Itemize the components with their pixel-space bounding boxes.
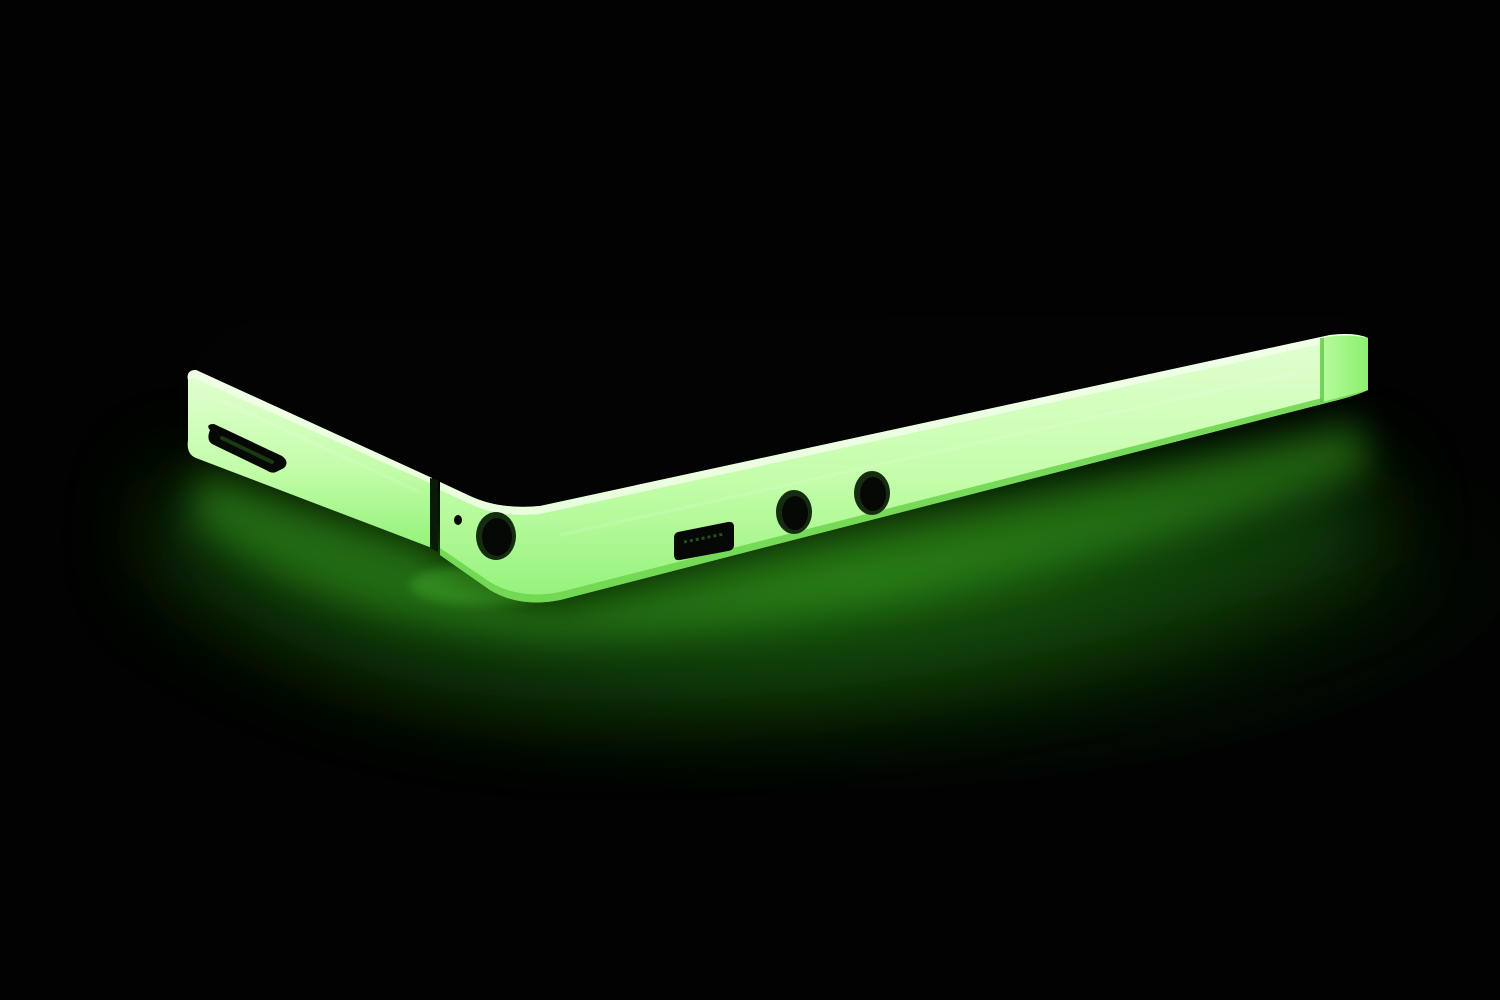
speaker-hole-icon <box>776 490 812 534</box>
headphone-jack-icon <box>476 512 516 560</box>
screw-hole-icon <box>854 471 890 515</box>
bumper-seam <box>430 478 438 552</box>
microphone-hole-icon <box>454 515 462 525</box>
bumper-end-cap-divider <box>1320 338 1324 403</box>
glow-phone-photo <box>0 0 1500 1000</box>
